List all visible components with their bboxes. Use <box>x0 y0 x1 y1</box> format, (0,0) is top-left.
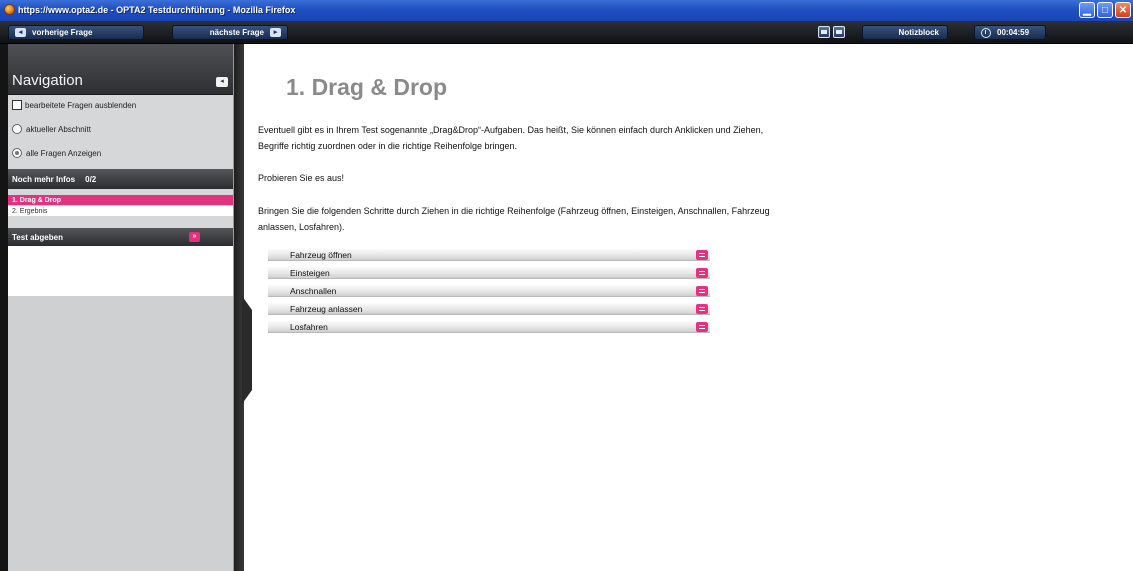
question-item-ergebnis[interactable]: 2. Ergebnis <box>8 206 233 216</box>
splitter-handle[interactable] <box>242 296 258 404</box>
drag-drop-list: Fahrzeug öffnen Einsteigen Anschnallen F… <box>268 249 710 339</box>
drag-item-label: Einsteigen <box>290 268 330 278</box>
sidebar-empty-area <box>8 296 233 571</box>
all-questions-label: alle Fragen Anzeigen <box>26 148 102 158</box>
next-question-label: nächste Frage <box>209 28 264 37</box>
left-gutter <box>0 44 8 571</box>
collapse-icon[interactable]: ◂ <box>216 77 228 87</box>
instruction-paragraph: Bringen Sie die folgenden Schritte durch… <box>258 206 770 232</box>
question-item-label: 1. Drag & Drop <box>12 196 62 204</box>
previous-question-label: vorherige Frage <box>32 28 93 37</box>
maximize-icon[interactable]: □ <box>1097 2 1113 18</box>
question-content: 1. Drag & Drop Eventuell gibt es in Ihre… <box>258 44 1133 571</box>
navigation-header: Navigation ◂ <box>8 44 233 95</box>
section-header[interactable]: Noch mehr Infos 0/2 <box>8 169 233 189</box>
close-icon[interactable]: ✕ <box>1115 2 1131 18</box>
timer-value: 00:04:59 <box>997 28 1030 37</box>
question-item-label: 2. Ergebnis <box>12 207 48 215</box>
previous-question-button[interactable]: ◂ vorherige Frage <box>8 25 144 40</box>
firefox-icon <box>4 4 15 15</box>
intro-paragraph: Eventuell gibt es in Ihrem Test sogenann… <box>258 125 764 151</box>
navigation-title: Navigation <box>12 72 83 89</box>
drag-item-label: Losfahren <box>290 322 328 332</box>
window-layout-icon[interactable] <box>818 26 830 38</box>
question-item-drag-drop[interactable]: 1. Drag & Drop <box>8 195 233 205</box>
drag-item[interactable]: Fahrzeug öffnen <box>268 249 710 261</box>
window-titlebar: https://www.opta2.de - OPTA2 Testdurchfü… <box>0 0 1133 22</box>
arrow-left-icon: ◂ <box>15 28 26 37</box>
section-count: 0/2 <box>85 174 97 184</box>
timer-display: 00:04:59 <box>974 25 1046 40</box>
hide-answered-label: bearbeitete Fragen ausblenden <box>25 100 137 110</box>
drag-handle-icon[interactable] <box>696 286 708 296</box>
submit-test-button[interactable]: Test abgeben » <box>8 228 233 246</box>
page-title: 1. Drag & Drop <box>286 74 448 100</box>
drag-item[interactable]: Anschnallen <box>268 285 710 297</box>
drag-item[interactable]: Fahrzeug anlassen <box>268 303 710 315</box>
sidebar-blank-area <box>8 246 233 296</box>
drag-item-label: Anschnallen <box>290 286 337 296</box>
navigation-sidebar: Navigation ◂ bearbeitete Fragen ausblend… <box>8 44 234 571</box>
notepad-label: Notizblock <box>898 28 939 37</box>
drag-item[interactable]: Einsteigen <box>268 267 710 279</box>
all-questions-radio[interactable]: alle Fragen Anzeigen <box>12 148 101 158</box>
current-section-radio[interactable]: aktueller Abschnitt <box>12 124 91 134</box>
test-toolbar: ◂ vorherige Frage nächste Frage ▸ Notizb… <box>0 22 1133 44</box>
section-label: Noch mehr Infos <box>12 174 76 184</box>
drag-item-label: Fahrzeug öffnen <box>290 250 352 260</box>
radio-button[interactable] <box>12 124 22 134</box>
drag-handle-icon[interactable] <box>696 268 708 278</box>
hide-answered-checkbox[interactable]: bearbeitete Fragen ausblenden <box>12 100 136 110</box>
current-section-label: aktueller Abschnitt <box>26 124 91 134</box>
submit-arrow-icon: » <box>189 232 200 242</box>
drag-item[interactable]: Losfahren <box>268 321 710 333</box>
drag-handle-icon[interactable] <box>696 322 708 332</box>
clock-icon <box>981 27 991 38</box>
radio-button-selected[interactable] <box>12 148 22 158</box>
drag-handle-icon[interactable] <box>696 304 708 314</box>
drag-handle-icon[interactable] <box>696 250 708 260</box>
drag-item-label: Fahrzeug anlassen <box>290 304 363 314</box>
minimize-icon[interactable]: ▁ <box>1079 2 1095 18</box>
window-layout-icon[interactable] <box>833 26 845 38</box>
checkbox-box[interactable] <box>12 100 22 110</box>
try-it-paragraph: Probieren Sie es aus! <box>258 173 345 183</box>
submit-test-label: Test abgeben <box>12 232 63 242</box>
next-question-button[interactable]: nächste Frage ▸ <box>172 25 288 40</box>
window-title: https://www.opta2.de - OPTA2 Testdurchfü… <box>18 5 296 15</box>
arrow-right-icon: ▸ <box>270 28 281 37</box>
notepad-button[interactable]: Notizblock <box>862 25 948 40</box>
